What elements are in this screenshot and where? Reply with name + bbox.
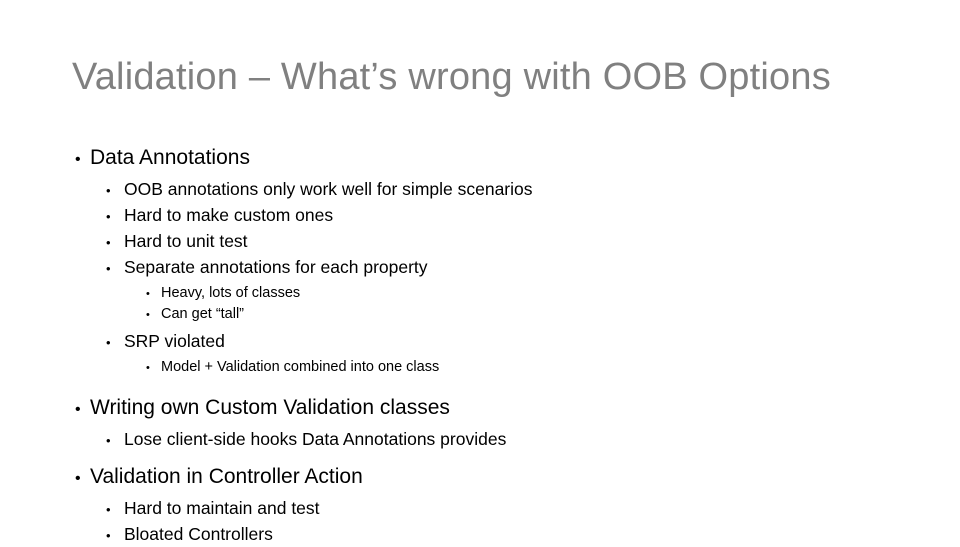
list-item-label: Data Annotations: [90, 146, 250, 169]
slide-canvas: Validation – What’s wrong with OOB Optio…: [0, 0, 960, 544]
list-item: • Heavy, lots of classes: [0, 283, 900, 304]
list-item: • Separate annotations for each property: [0, 254, 900, 280]
bullet-icon: •: [75, 151, 81, 168]
list-item: • Data Annotations: [0, 142, 900, 173]
list-item-label: Hard to unit test: [124, 231, 248, 251]
list-item: • Bloated Controllers: [0, 521, 900, 547]
list-item: • Writing own Custom Validation classes: [0, 392, 900, 423]
bullet-outline: • Data Annotations • OOB annotations onl…: [0, 142, 900, 547]
list-item: • Validation in Controller Action: [0, 461, 900, 492]
bullet-icon: •: [146, 288, 150, 300]
bullet-icon: •: [106, 261, 111, 276]
list-item-label: Writing own Custom Validation classes: [90, 396, 450, 419]
list-item: • Hard to unit test: [0, 228, 900, 254]
list-item-label: OOB annotations only work well for simpl…: [124, 179, 533, 199]
list-item-label: Model + Validation combined into one cla…: [161, 359, 440, 375]
bullet-icon: •: [106, 335, 111, 350]
bullet-icon: •: [106, 528, 111, 543]
bullet-icon: •: [106, 235, 111, 250]
page-title: Validation – What’s wrong with OOB Optio…: [72, 56, 831, 98]
bullet-icon: •: [75, 401, 81, 418]
list-item: • Can get “tall”: [0, 304, 900, 325]
list-item: • Hard to maintain and test: [0, 495, 900, 521]
bullet-icon: •: [106, 209, 111, 224]
bullet-icon: •: [106, 183, 111, 198]
list-item-label: Validation in Controller Action: [90, 465, 363, 488]
list-item-label: Heavy, lots of classes: [161, 285, 301, 301]
bullet-icon: •: [106, 502, 111, 517]
list-item: • SRP violated: [0, 328, 900, 354]
bullet-icon: •: [106, 433, 111, 448]
list-item-label: Bloated Controllers: [124, 524, 273, 544]
list-item-label: Can get “tall”: [161, 306, 245, 322]
list-item-label: Hard to maintain and test: [124, 498, 320, 518]
bullet-icon: •: [146, 309, 150, 321]
list-item: • Model + Validation combined into one c…: [0, 357, 900, 378]
bullet-icon: •: [75, 470, 81, 487]
list-item-label: Lose client-side hooks Data Annotations …: [124, 429, 507, 449]
list-item: • Lose client-side hooks Data Annotation…: [0, 426, 900, 452]
list-item-label: Hard to make custom ones: [124, 205, 334, 225]
list-item: • Hard to make custom ones: [0, 202, 900, 228]
list-item: • OOB annotations only work well for sim…: [0, 176, 900, 202]
list-item-label: SRP violated: [124, 331, 225, 351]
bullet-icon: •: [146, 362, 150, 374]
list-item-label: Separate annotations for each property: [124, 257, 428, 277]
